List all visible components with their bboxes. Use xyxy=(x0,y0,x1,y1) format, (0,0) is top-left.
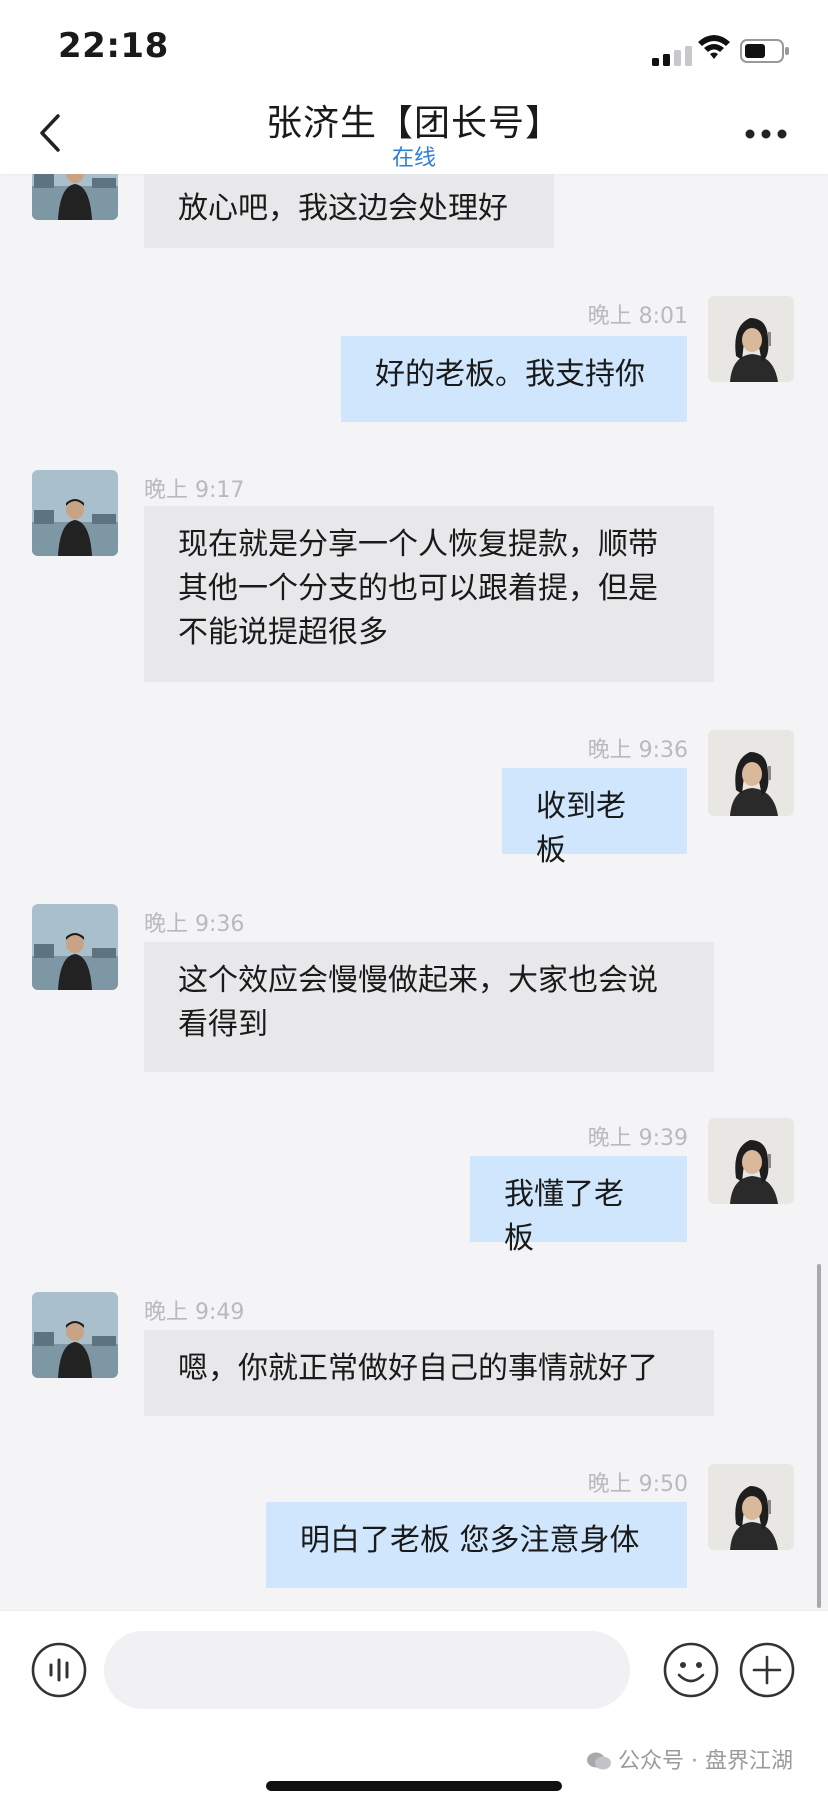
message-bubble-incoming[interactable]: 放心吧，我这边会处理好 xyxy=(144,174,554,248)
my-avatar[interactable] xyxy=(708,730,794,816)
message-timestamp: 晚上 9:36 xyxy=(587,738,688,763)
wechat-icon xyxy=(587,1752,611,1770)
message-bubble-incoming[interactable]: 现在就是分享一个人恢复提款，顺带 其他一个分支的也可以跟着提，但是 不能说提超很… xyxy=(144,506,714,682)
contact-avatar[interactable] xyxy=(32,904,118,990)
watermark: 公众号 · 盘界江湖 xyxy=(586,1743,793,1775)
message-bubble-outgoing[interactable]: 收到老板 xyxy=(502,768,687,868)
chat-header: 张济生【团长号】 在线 xyxy=(0,88,828,174)
contact-avatar[interactable] xyxy=(32,1292,118,1378)
message-timestamp: 晚上 9:17 xyxy=(144,478,245,503)
online-status: 在线 xyxy=(391,146,436,171)
scrollbar[interactable] xyxy=(817,1264,821,1608)
home-indicator[interactable] xyxy=(266,1781,562,1791)
message-timestamp: 晚上 9:50 xyxy=(587,1472,688,1497)
watermark-text: 公众号 · 盘界江湖 xyxy=(618,1749,793,1774)
message-timestamp: 晚上 8:01 xyxy=(587,304,688,329)
message-bubble-outgoing[interactable]: 好的老板。我支持你 xyxy=(341,336,687,422)
more-options-icon[interactable] xyxy=(744,128,788,140)
my-avatar[interactable] xyxy=(708,1464,794,1550)
status-time: 22:18 xyxy=(58,26,169,66)
plus-icon[interactable] xyxy=(738,1641,796,1699)
message-input[interactable] xyxy=(104,1631,630,1709)
message-bubble-outgoing[interactable]: 我懂了老板 xyxy=(470,1156,687,1256)
message-timestamp: 晚上 9:36 xyxy=(144,912,245,937)
contact-avatar[interactable] xyxy=(32,174,118,220)
man-in-suit-avatar-icon xyxy=(32,1292,118,1378)
message-bubble-incoming[interactable]: 嗯，你就正常做好自己的事情就好了 xyxy=(144,1330,714,1416)
message-bubble-outgoing[interactable]: 明白了老板 您多注意身体 xyxy=(266,1502,687,1588)
message-timestamp: 晚上 9:49 xyxy=(144,1300,245,1325)
voice-input-icon[interactable] xyxy=(30,1641,88,1699)
input-bar: 公众号 · 盘界江湖 xyxy=(0,1610,828,1793)
woman-avatar-icon xyxy=(708,1464,794,1550)
man-in-suit-avatar-icon xyxy=(32,174,118,220)
contact-name: 张济生【团长号】 xyxy=(265,103,562,144)
man-in-suit-avatar-icon xyxy=(32,904,118,990)
message-bubble-incoming[interactable]: 这个效应会慢慢做起来，大家也会说 看得到 xyxy=(144,942,714,1072)
cellular-signal-icon xyxy=(652,46,692,66)
contact-avatar[interactable] xyxy=(32,470,118,556)
message-timestamp: 晚上 9:39 xyxy=(587,1126,688,1151)
woman-avatar-icon xyxy=(708,730,794,816)
my-avatar[interactable] xyxy=(708,296,794,382)
wifi-icon xyxy=(698,35,730,59)
woman-avatar-icon xyxy=(708,1118,794,1204)
battery-icon xyxy=(740,39,789,63)
man-in-suit-avatar-icon xyxy=(32,470,118,556)
woman-avatar-icon xyxy=(708,296,794,382)
status-bar: 22:18 xyxy=(0,0,828,88)
emoji-icon[interactable] xyxy=(662,1641,720,1699)
message-list[interactable]: 放心吧，我这边会处理好 晚上 8:01 好的老板。我支持你 晚上 9:17 现在… xyxy=(0,174,828,1610)
my-avatar[interactable] xyxy=(708,1118,794,1204)
